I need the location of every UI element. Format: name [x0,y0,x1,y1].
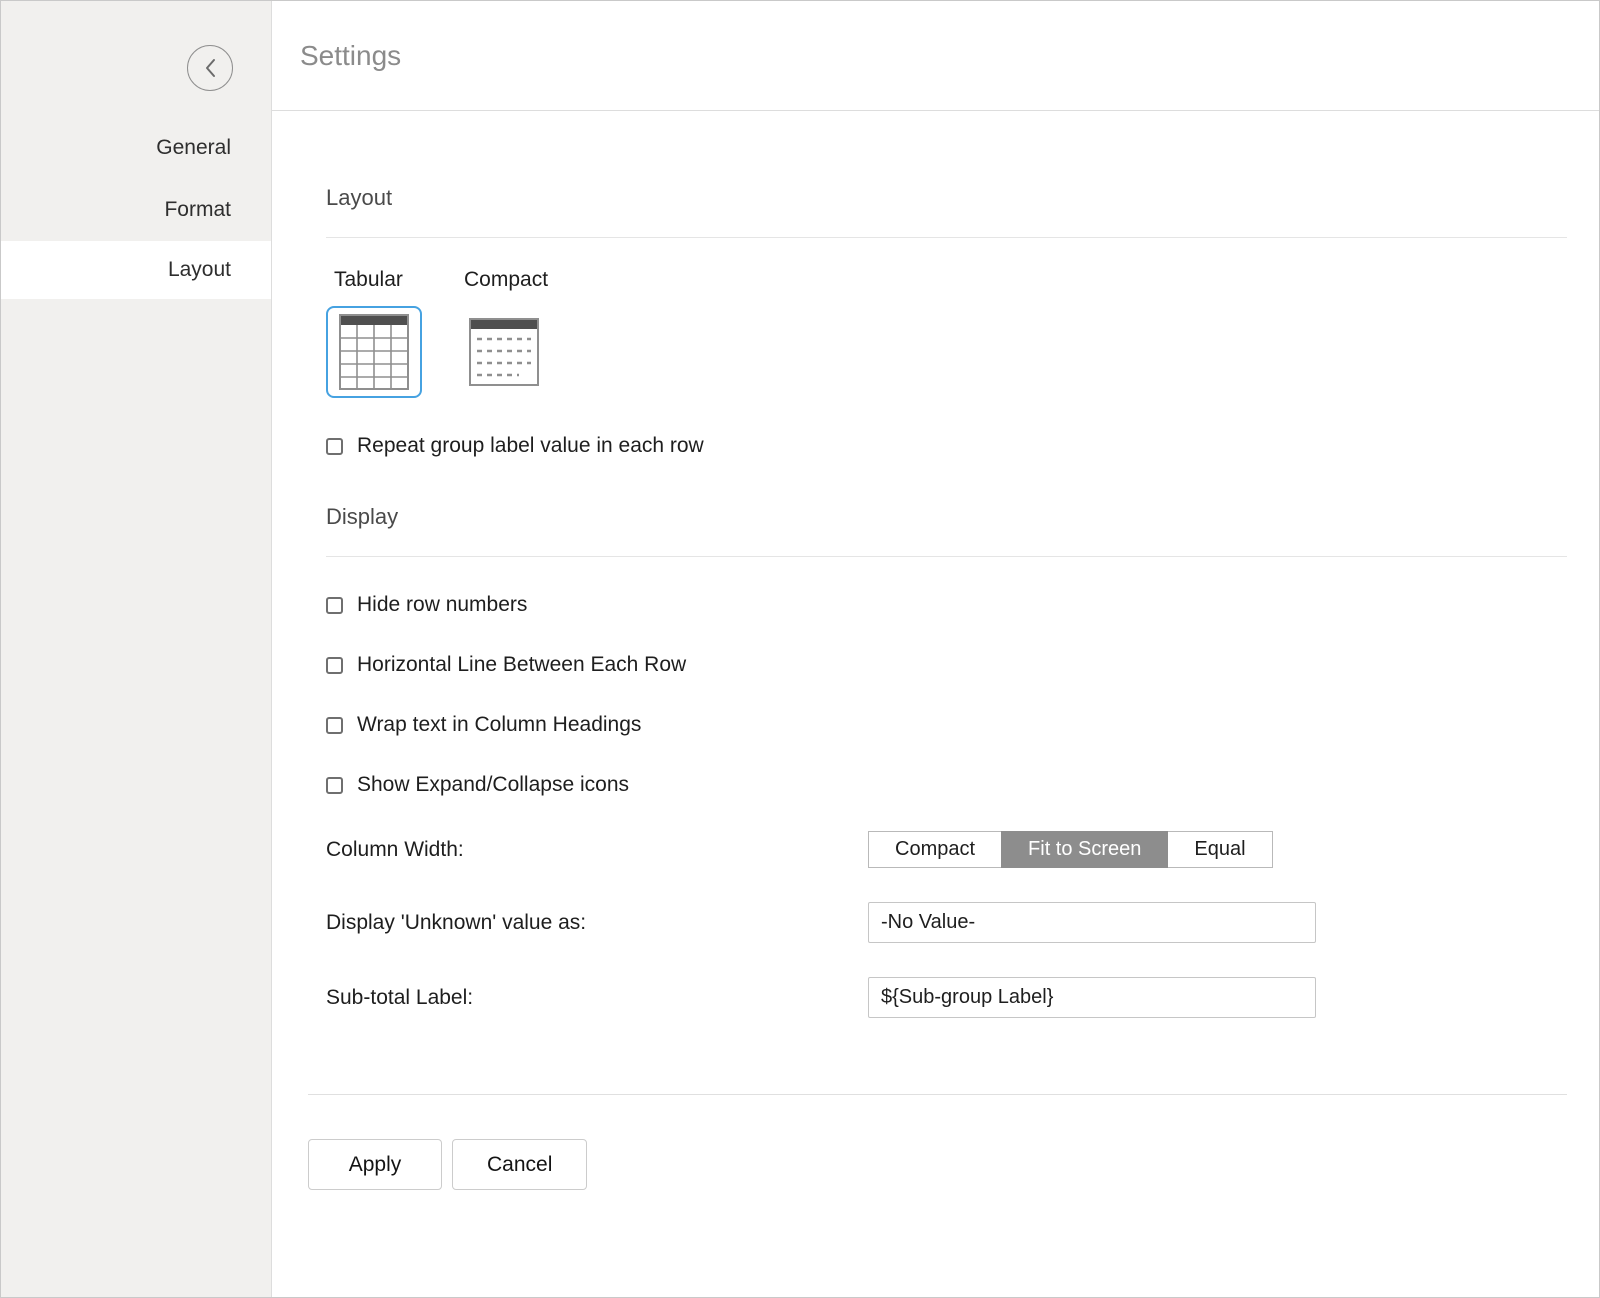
sidebar: General Format Layout [1,1,272,1297]
wrap-text-checkbox-row[interactable]: Wrap text in Column Headings [326,713,641,737]
subtotal-label-input[interactable] [868,977,1316,1018]
compact-option-button[interactable] [456,306,552,398]
unknown-value-row: Display 'Unknown' value as: [326,902,1567,943]
layout-option-tabular: Tabular [326,268,422,398]
chevron-left-icon [204,58,216,78]
back-button[interactable] [187,45,233,91]
column-width-segmented-control: Compact Fit to Screen Equal [868,831,1273,868]
horizontal-line-checkbox[interactable] [326,657,343,674]
apply-button[interactable]: Apply [308,1139,442,1190]
sidebar-item-general[interactable]: General [1,117,271,179]
compact-option-label: Compact [464,268,552,292]
repeat-group-label-text: Repeat group label value in each row [357,434,704,458]
sidebar-item-format[interactable]: Format [1,179,271,241]
hide-row-numbers-checkbox-row[interactable]: Hide row numbers [326,593,527,617]
hide-row-numbers-checkbox[interactable] [326,597,343,614]
horizontal-line-text: Horizontal Line Between Each Row [357,653,686,677]
tabular-option-label: Tabular [334,268,422,292]
sidebar-nav: General Format Layout [1,117,271,299]
expand-collapse-text: Show Expand/Collapse icons [357,773,629,797]
horizontal-line-checkbox-row[interactable]: Horizontal Line Between Each Row [326,653,686,677]
subtotal-label-row: Sub-total Label: [326,977,1567,1018]
column-width-fit-to-screen-button[interactable]: Fit to Screen [1001,831,1168,868]
wrap-text-checkbox[interactable] [326,717,343,734]
layout-section: Layout Tabular [326,185,1567,458]
repeat-group-label-checkbox[interactable] [326,438,343,455]
column-width-row: Column Width: Compact Fit to Screen Equa… [326,831,1567,868]
repeat-group-label-checkbox-row[interactable]: Repeat group label value in each row [326,434,704,458]
display-section: Display Hide row numbers Horizontal Line… [326,504,1567,1018]
layout-section-title: Layout [326,185,1567,238]
column-width-label: Column Width: [326,838,868,862]
layout-type-options: Tabular [326,268,1567,398]
sidebar-item-layout[interactable]: Layout [1,241,271,299]
tabular-option-button[interactable] [326,306,422,398]
display-section-title: Display [326,504,1567,557]
settings-panel: General Format Layout Settings Layout Ta… [0,0,1600,1298]
compact-table-icon [469,318,539,386]
expand-collapse-checkbox-row[interactable]: Show Expand/Collapse icons [326,773,629,797]
footer-buttons: Apply Cancel [308,1139,1567,1190]
main-panel: Settings Layout Tabular [272,1,1599,1297]
unknown-value-label: Display 'Unknown' value as: [326,911,868,935]
header: Settings [272,1,1599,111]
subtotal-label-label: Sub-total Label: [326,986,868,1010]
wrap-text-text: Wrap text in Column Headings [357,713,641,737]
layout-option-compact: Compact [456,268,552,398]
footer-divider [308,1094,1567,1095]
settings-content: Layout Tabular [272,111,1599,1190]
column-width-equal-button[interactable]: Equal [1167,831,1272,868]
tabular-table-icon [339,314,409,390]
column-width-compact-button[interactable]: Compact [868,831,1002,868]
expand-collapse-checkbox[interactable] [326,777,343,794]
page-title: Settings [300,40,401,72]
unknown-value-input[interactable] [868,902,1316,943]
cancel-button[interactable]: Cancel [452,1139,587,1190]
hide-row-numbers-text: Hide row numbers [357,593,527,617]
